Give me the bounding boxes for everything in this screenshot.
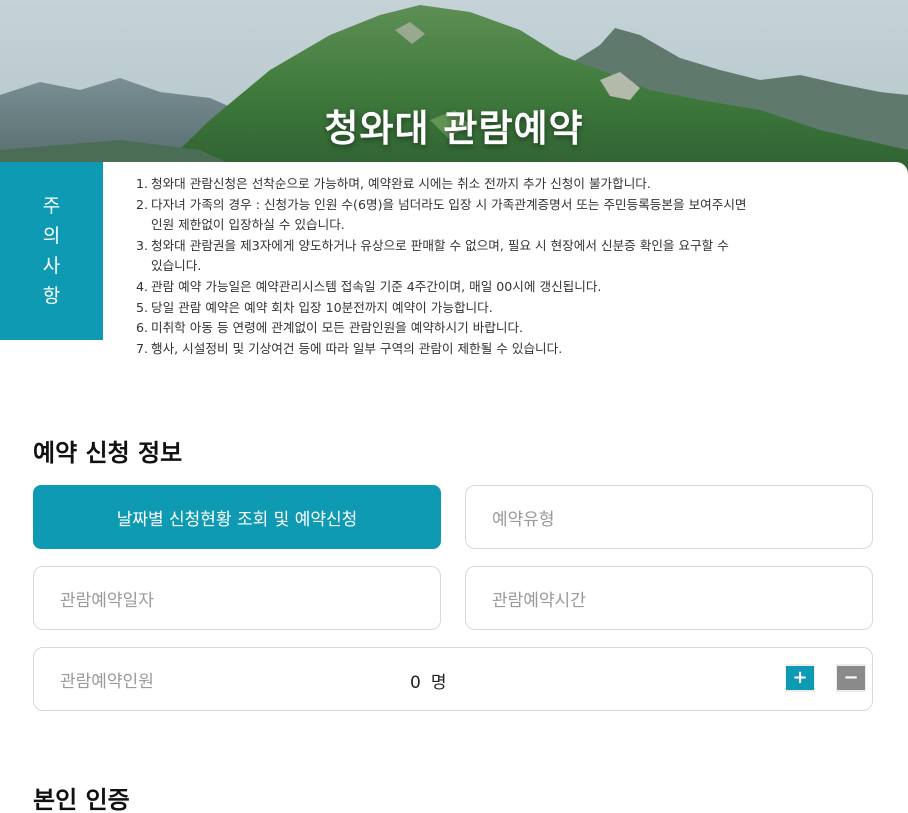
notice-label-char: 주: [42, 195, 61, 217]
auth-section-title: 본인 인증: [33, 786, 130, 813]
reservation-type-placeholder: 예약유형: [492, 509, 555, 530]
notice-item: 1. 청와대 관람신청은 선착순으로 가능하며, 예약완료 시에는 취소 전까지…: [136, 176, 651, 191]
visitor-count-label: 관람예약인원: [60, 671, 154, 692]
notice-item: 6. 미취학 아동 등 연령에 관계없이 모든 관람인원을 예약하시기 바랍니다…: [136, 320, 524, 336]
increase-visitor-button[interactable]: +: [785, 664, 815, 692]
visitor-count-number: 0: [410, 673, 421, 693]
visit-date-field[interactable]: 관람예약일자: [33, 566, 441, 630]
notice-item: 4. 관람 예약 가능일은 예약관리시스템 접속일 기준 4주간이며, 매일 0…: [136, 278, 602, 294]
visit-time-placeholder: 관람예약시간: [492, 590, 586, 611]
notice-item: 3. 청와대 관람권을 제3자에게 양도하거나 유상으로 판매할 수 없으며, …: [136, 237, 729, 274]
notice-label-char: 항: [42, 285, 61, 307]
visitor-count-value: 0명: [410, 668, 446, 693]
visitor-count-unit: 명: [430, 673, 447, 693]
notice-item: 5. 당일 관람 예약은 예약 회차 입장 10분전까지 예약이 가능합니다.: [136, 299, 493, 315]
reservation-section-title: 예약 신청 정보: [33, 439, 183, 467]
notice-label-char: 사: [42, 255, 61, 277]
plus-icon: +: [786, 666, 814, 690]
visit-date-placeholder: 관람예약일자: [60, 590, 154, 611]
notice-item: 2. 다자녀 가족의 경우 : 신청가능 인원 수(6명)을 넘더라도 입장 시…: [136, 196, 747, 233]
date-status-reserve-button[interactable]: 날짜별 신청현황 조회 및 예약신청: [33, 485, 441, 549]
decrease-visitor-button[interactable]: −: [836, 664, 866, 692]
hero-banner: 청와대 관람예약: [0, 0, 908, 178]
page-title: 청와대 관람예약: [324, 107, 584, 150]
reservation-type-select[interactable]: 예약유형: [465, 485, 873, 549]
visit-time-field[interactable]: 관람예약시간: [465, 566, 873, 630]
minus-icon: −: [837, 666, 865, 690]
notice-item: 7. 행사, 시설정비 및 기상여건 등에 따라 일부 구역의 관람이 제한될 …: [136, 340, 563, 356]
notice-label: 주 의 사 항: [0, 162, 103, 340]
notice-list: 1. 청와대 관람신청은 선착순으로 가능하며, 예약완료 시에는 취소 전까지…: [136, 174, 836, 359]
notice-label-char: 의: [42, 225, 61, 247]
visitor-count-row: 관람예약인원: [33, 647, 873, 711]
